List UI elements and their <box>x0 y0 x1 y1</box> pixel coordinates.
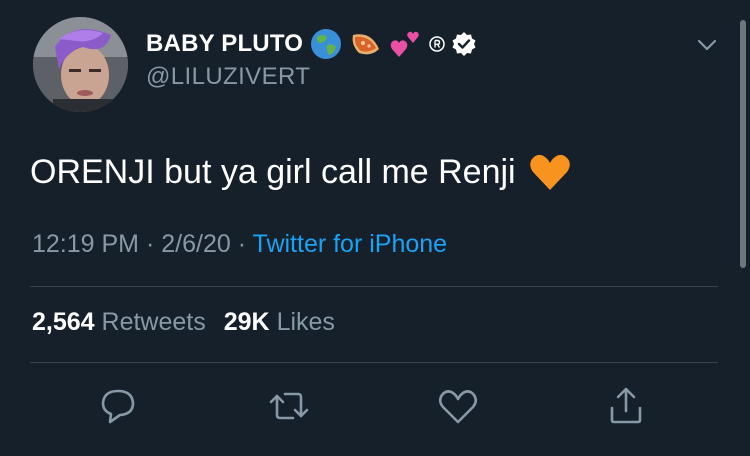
meta-separator: · <box>237 230 247 258</box>
avatar[interactable] <box>33 17 128 112</box>
two-hearts-emoji-icon <box>389 27 423 61</box>
chevron-down-icon[interactable] <box>694 32 720 58</box>
tweet-source-link[interactable]: Twitter for iPhone <box>253 230 448 258</box>
divider <box>30 286 718 287</box>
retweets-label: Retweets <box>101 308 206 336</box>
tweet-time: 12:19 PM <box>32 230 140 258</box>
globe-emoji-icon <box>309 27 343 61</box>
likes-count: 29K <box>223 308 270 336</box>
tweet-meta: 12:19 PM · 2/6/20 · Twitter for iPhone <box>32 230 447 259</box>
likes-stat[interactable]: 29K Likes <box>224 308 335 337</box>
divider <box>30 362 718 363</box>
tweet-actions <box>0 384 750 428</box>
retweet-icon[interactable] <box>267 384 311 428</box>
orange-heart-emoji-icon <box>528 150 572 194</box>
tweet-text: ORENJI but ya girl call me Renji <box>30 150 572 194</box>
author-name-row: BABY PLUTO <box>146 26 477 62</box>
scrollbar[interactable] <box>740 20 746 268</box>
reply-icon[interactable] <box>96 384 140 428</box>
retweets-count: 2,564 <box>32 308 95 336</box>
avatar-photo-icon <box>33 17 128 112</box>
tweet-date: 2/6/20 <box>161 230 231 258</box>
author-handle[interactable]: @LILUZIVERT <box>146 63 310 91</box>
likes-label: Likes <box>276 308 335 336</box>
author-display-name[interactable]: BABY PLUTO <box>146 30 303 58</box>
meta-separator: · <box>145 230 155 258</box>
registered-symbol-icon <box>429 36 445 52</box>
tweet-stats: 2,564 Retweets 29K Likes <box>32 308 335 337</box>
retweets-stat[interactable]: 2,564 Retweets <box>32 308 206 337</box>
like-icon[interactable] <box>436 384 480 428</box>
tweet-detail: BABY PLUTO @LILUZIVERT ORENJI but ya gir… <box>0 0 750 456</box>
share-icon[interactable] <box>604 384 648 428</box>
verified-badge-icon <box>451 31 477 57</box>
pastry-emoji-icon <box>349 27 383 61</box>
tweet-body: ORENJI but ya girl call me Renji <box>30 152 516 191</box>
